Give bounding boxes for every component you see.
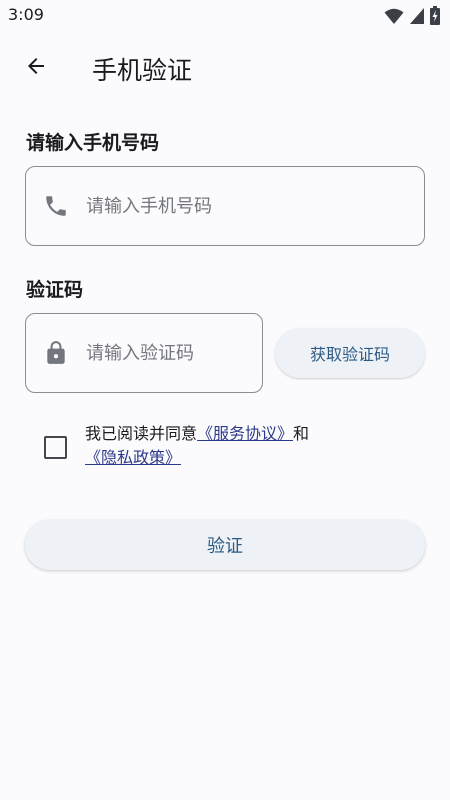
agreement-text: 我已阅读并同意《服务协议》和《隐私政策》 (85, 422, 405, 470)
get-code-button[interactable]: 获取验证码 (275, 328, 425, 378)
agree-checkbox[interactable] (34, 426, 76, 468)
phone-label: 请输入手机号码 (26, 132, 160, 154)
checkbox-box (43, 435, 67, 459)
page-title: 手机验证 (92, 56, 193, 85)
wifi-icon (384, 7, 404, 29)
status-bar: 3:09 (0, 0, 450, 32)
signal-icon (409, 7, 425, 29)
verify-button[interactable]: 验证 (25, 520, 425, 570)
back-button[interactable] (14, 46, 58, 90)
app-bar: 手机验证 (0, 40, 450, 96)
agreement-row: 我已阅读并同意《服务协议》和《隐私政策》 (26, 418, 426, 478)
code-field (25, 313, 263, 393)
code-label: 验证码 (26, 279, 84, 301)
phone-input[interactable] (86, 167, 406, 245)
agreement-prefix: 我已阅读并同意 (85, 424, 198, 443)
phone-field (25, 166, 425, 246)
phone-icon (42, 192, 70, 220)
battery-icon (430, 6, 440, 29)
agreement-conjunction: 和 (293, 424, 310, 443)
code-input[interactable] (86, 314, 251, 392)
arrow-back-icon (24, 54, 48, 82)
privacy-link[interactable]: 《隐私政策》 (85, 448, 181, 467)
status-time: 3:09 (8, 5, 44, 24)
status-icons (384, 6, 440, 29)
lock-icon (42, 339, 70, 367)
terms-link[interactable]: 《服务协议》 (197, 424, 293, 443)
